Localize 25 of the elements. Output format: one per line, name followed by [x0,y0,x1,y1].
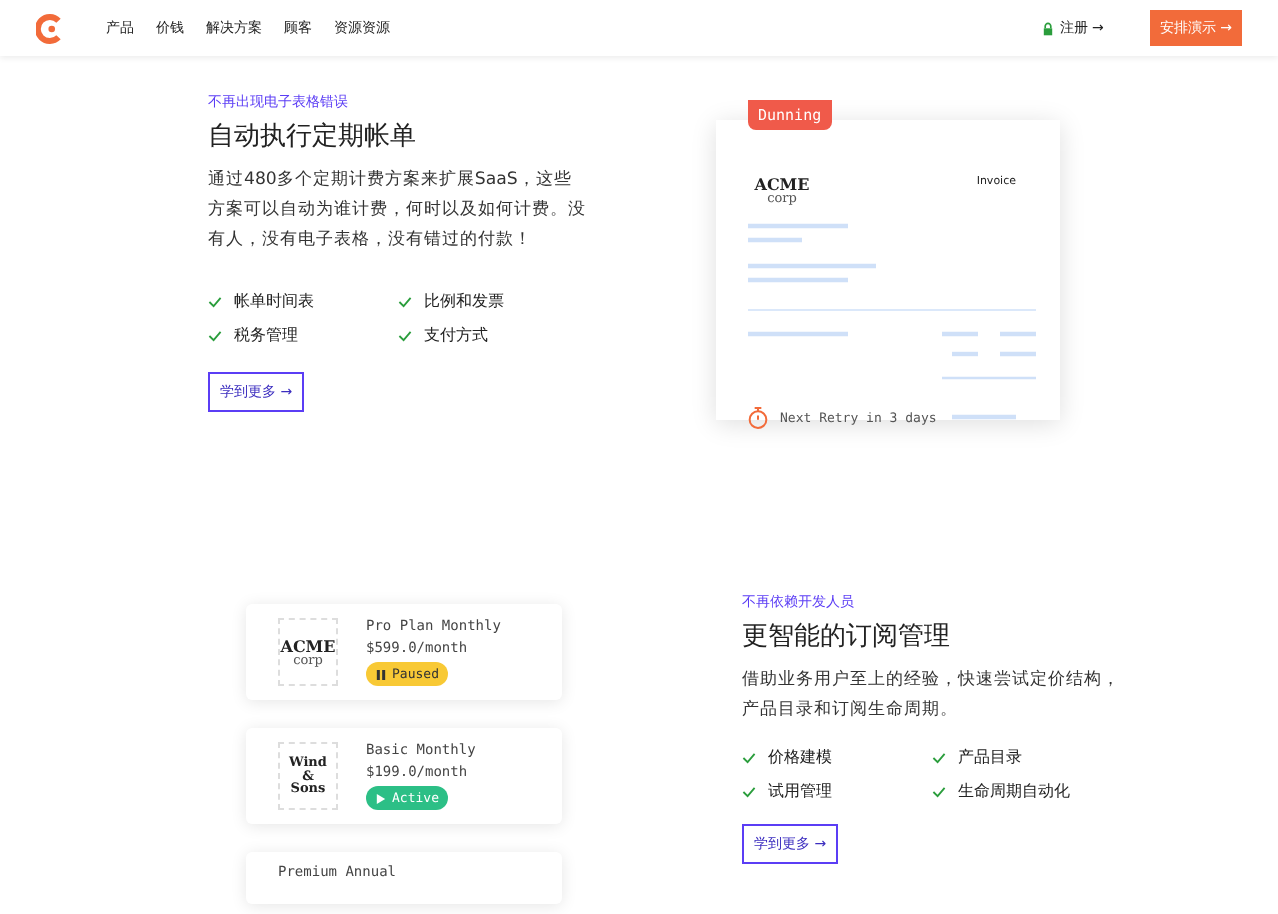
feature-label: 比例和发票 [424,290,504,312]
section-description: 借助业务用户至上的经验，快速尝试定价结构，产品目录和订阅生命周期。 [742,667,1122,724]
feature-label: 产品目录 [958,746,1022,768]
feature-label: 价格建模 [768,746,832,768]
section-description: 通过480多个定期计费方案来扩展SaaS，这些方案可以自动为谁计费，何时以及如何计费。没有人，没有电子表格，没有错过的付款！ [208,167,588,254]
feature-label: 支付方式 [424,324,488,346]
section-heading: 自动执行定期帐单 [208,120,418,154]
check-icon [208,329,222,341]
feature-label: 税务管理 [234,324,298,346]
logo-icon[interactable] [36,13,66,43]
check-icon [398,295,412,307]
check-icon [398,329,412,341]
section-heading: 更智能的订阅管理 [742,620,952,654]
play-icon [376,793,386,803]
feature-label: 帐单时间表 [234,290,314,312]
check-icon [932,751,946,763]
check-icon [208,295,222,307]
pause-icon [376,669,386,679]
stopwatch-icon [748,405,768,429]
check-icon [742,785,756,797]
feature-label: 试用管理 [768,780,832,802]
check-icon [932,785,946,797]
lock-icon [1041,21,1054,35]
check-icon [742,751,756,763]
feature-label: 生命周期自动化 [958,780,1070,802]
